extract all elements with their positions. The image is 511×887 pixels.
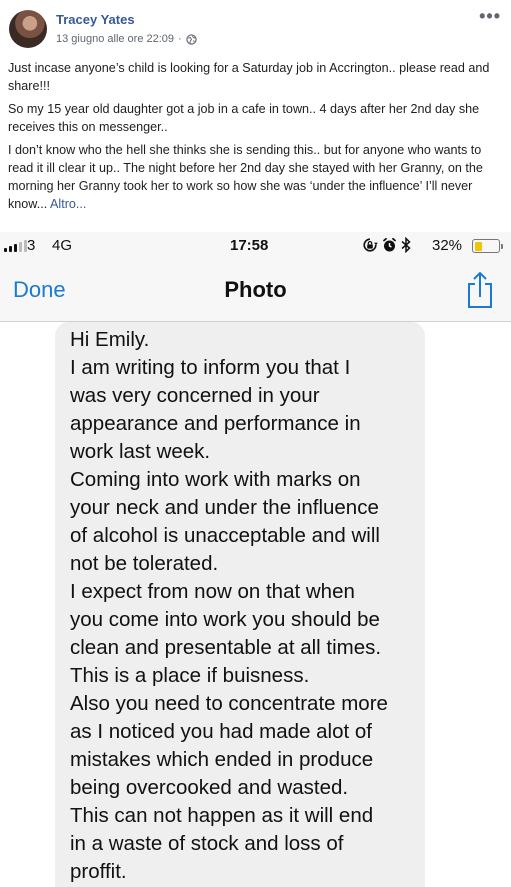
post-timestamp[interactable]: 13 giugno alle ore 22:09 xyxy=(56,33,174,45)
nav-title: Photo xyxy=(224,277,287,302)
signal-strength-icon xyxy=(4,240,27,252)
message-line: as I noticed you had made alot of xyxy=(70,720,373,743)
status-time: 17:58 xyxy=(230,237,269,254)
message-line: I expect from now on that when xyxy=(70,580,355,603)
battery-icon xyxy=(472,239,503,253)
done-button[interactable]: Done xyxy=(13,277,66,303)
meta-separator: · xyxy=(178,33,182,45)
message-line: Coming into work with marks on xyxy=(70,468,361,491)
post-paragraph: So my 15 year old daughter got a job in … xyxy=(8,102,480,134)
message-line: not be tolerated. xyxy=(70,552,219,575)
message-line: This can not happen as it will end xyxy=(70,804,374,827)
message-line: appearance and performance in xyxy=(70,412,361,435)
post-body: Just incase anyone’s child is looking fo… xyxy=(8,59,504,218)
battery-percent: 32% xyxy=(432,237,463,254)
status-bar: 3 4G 17:58 32% xyxy=(0,232,511,260)
author-avatar[interactable] xyxy=(9,10,47,48)
battery-level-fill xyxy=(474,241,482,251)
carrier-name: 3 xyxy=(27,237,36,254)
bluetooth-icon xyxy=(401,237,411,253)
message-line: mistakes which ended in produce xyxy=(70,748,374,771)
message-line: of alcohol is unacceptable and will xyxy=(70,524,380,547)
more-options-icon[interactable]: ••• xyxy=(479,6,501,27)
post-meta: 13 giugno alle ore 22:09 · xyxy=(56,33,197,45)
globe-icon xyxy=(186,33,197,45)
network-type: 4G xyxy=(52,237,73,254)
post-paragraph: I don’t know who the hell she thinks she… xyxy=(8,141,504,213)
message-line: you come into work you should be xyxy=(70,608,380,631)
photo-navigation-bar: Photo Done xyxy=(0,260,511,322)
message-line: being overcooked and wasted. xyxy=(70,776,349,799)
attached-screenshot[interactable]: 3 4G 17:58 32% Photo Done Hi Emily. I am… xyxy=(0,232,511,887)
see-more-link[interactable]: Altro... xyxy=(50,197,86,211)
message-line: was very concerned in your xyxy=(70,384,320,407)
status-icons xyxy=(362,237,411,253)
author-name[interactable]: Tracey Yates xyxy=(56,12,135,27)
message-line: Hi Emily. xyxy=(70,328,150,351)
message-line: Also you need to concentrate more xyxy=(70,692,388,715)
share-icon[interactable] xyxy=(465,270,495,310)
alarm-icon xyxy=(383,237,396,252)
message-line: work last week. xyxy=(70,440,211,463)
post-paragraph: Just incase anyone’s child is looking fo… xyxy=(8,61,490,93)
message-line: in a waste of stock and loss of xyxy=(70,832,344,855)
message-line: clean and presentable at all times. xyxy=(70,636,382,659)
message-line: your neck and under the influence xyxy=(70,496,379,519)
message-line: proffit. xyxy=(70,860,127,883)
message-line: This is a place if buisness. xyxy=(70,664,310,687)
facebook-post: Tracey Yates 13 giugno alle ore 22:09 · … xyxy=(0,0,511,232)
message-line: I am writing to inform you that I xyxy=(70,356,351,379)
photo-content: Hi Emily. I am writing to inform you that… xyxy=(0,322,511,887)
message-text: Hi Emily. I am writing to inform you that… xyxy=(70,326,420,886)
rotation-lock-icon xyxy=(363,238,378,252)
